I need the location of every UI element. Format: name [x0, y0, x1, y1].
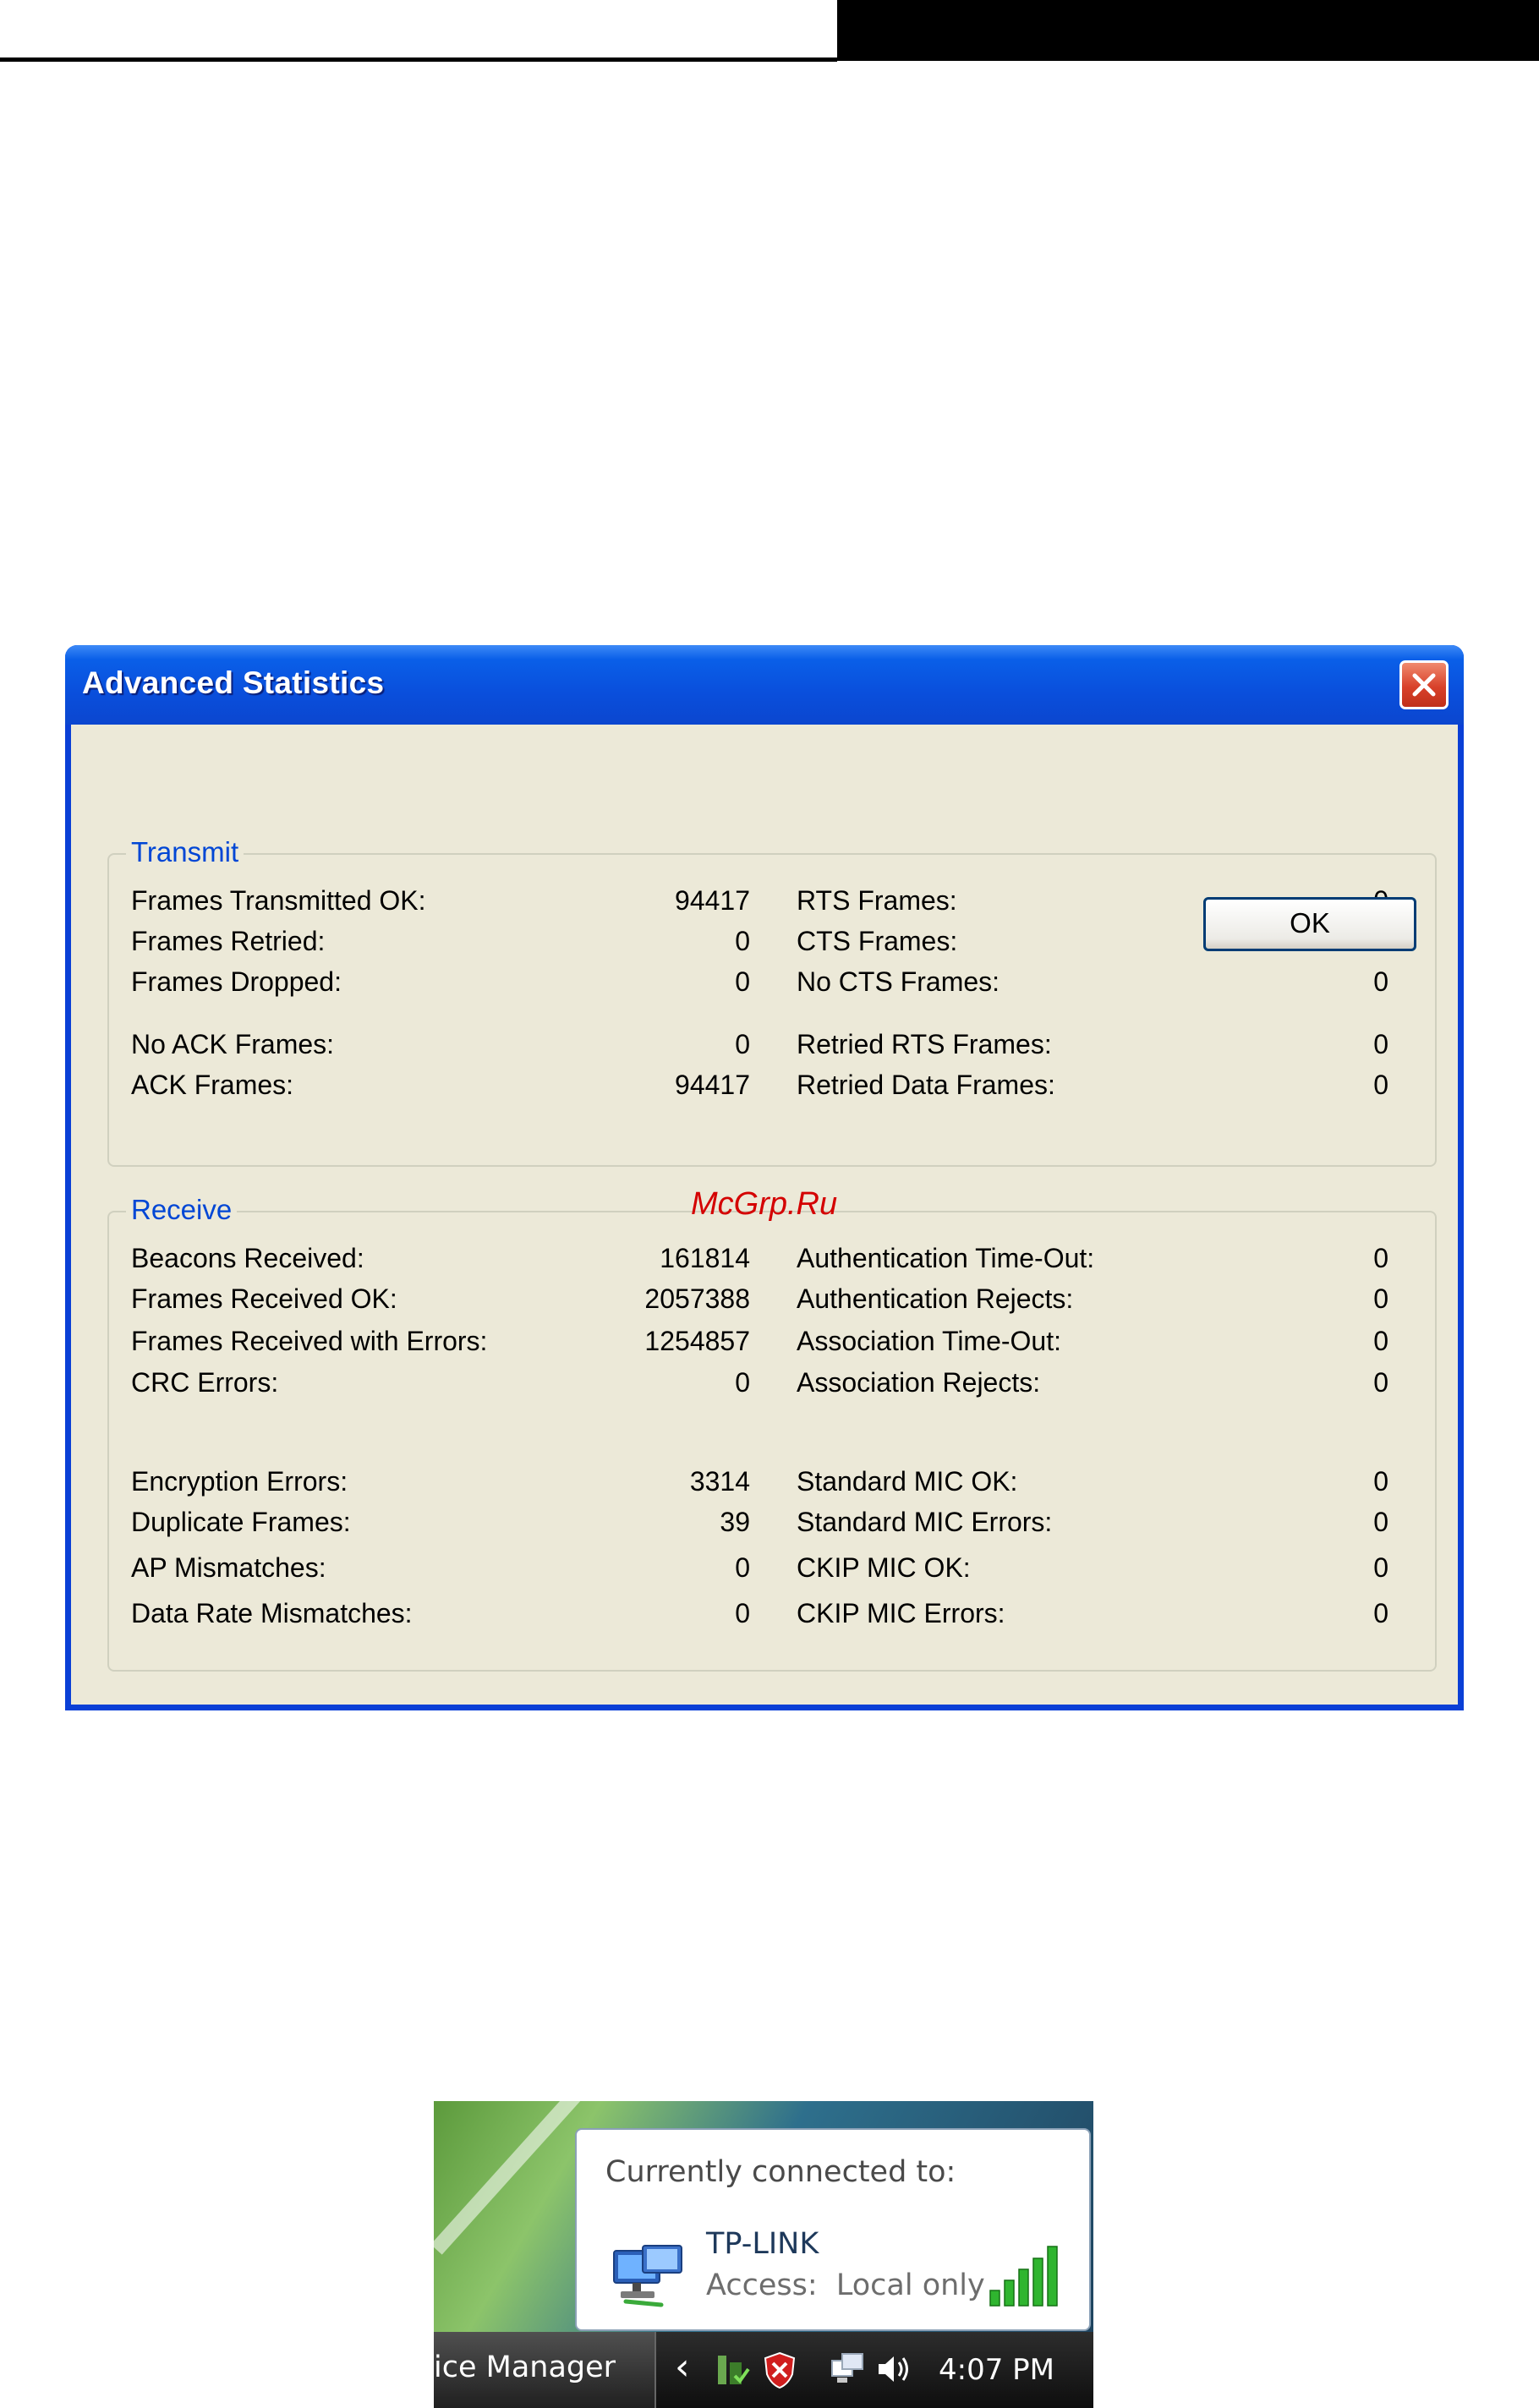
stat-value: 94417: [675, 885, 750, 916]
close-button[interactable]: [1399, 660, 1449, 709]
stat-label: Association Time-Out:: [797, 1326, 1061, 1356]
stat-label: Standard MIC OK:: [797, 1466, 1018, 1497]
stat-value: 0: [735, 966, 750, 997]
signal-strength-icon: [989, 2246, 1058, 2307]
security-alert-icon[interactable]: [760, 2351, 799, 2389]
network-name[interactable]: TP-LINK: [706, 2227, 819, 2261]
stat-label: Authentication Rejects:: [797, 1283, 1074, 1314]
page-header-band: [837, 0, 1539, 61]
stat-label: Beacons Received:: [131, 1243, 364, 1273]
stat-label: Frames Received with Errors:: [131, 1326, 488, 1356]
close-icon: [1412, 673, 1436, 697]
stat-value: 0: [1373, 1029, 1388, 1059]
stat-value: 0: [735, 1367, 750, 1398]
stat-value: 161814: [660, 1243, 750, 1273]
stat-label: CKIP MIC Errors:: [797, 1598, 1005, 1628]
stat-label: Standard MIC Errors:: [797, 1507, 1053, 1537]
advanced-statistics-dialog: Advanced Statistics Transmit Receive Fra…: [65, 645, 1464, 1710]
stat-value: 0: [1373, 1552, 1388, 1583]
stat-value: 0: [1373, 1283, 1388, 1314]
stat-label: CKIP MIC OK:: [797, 1552, 971, 1583]
stat-value: 0: [1373, 1466, 1388, 1497]
stat-label: Encryption Errors:: [131, 1466, 348, 1497]
desktop-wallpaper: [434, 2101, 589, 2255]
stat-value: 0: [735, 1029, 750, 1059]
stat-value: 39: [720, 1507, 750, 1537]
stat-value: 3314: [689, 1466, 750, 1497]
taskbar: ice Manager ‹ 4:07 PM: [434, 2332, 1093, 2408]
stat-value: 94417: [675, 1070, 750, 1100]
stat-label: CRC Errors:: [131, 1367, 279, 1398]
popup-heading: Currently connected to:: [605, 2155, 956, 2189]
stat-value: 0: [1373, 1243, 1388, 1273]
stat-value: 0: [735, 926, 750, 956]
stat-value: 0: [1373, 1507, 1388, 1537]
stat-label: Frames Received OK:: [131, 1283, 397, 1314]
stat-value: 0: [735, 1552, 750, 1583]
page-header-rule: [0, 57, 837, 62]
network-connection-icon[interactable]: [713, 2351, 752, 2389]
dialog-title: Advanced Statistics: [82, 665, 385, 700]
stat-value: 0: [1373, 1326, 1388, 1356]
receive-group-legend: Receive: [126, 1194, 238, 1226]
stat-value: 0: [1373, 1367, 1388, 1398]
stat-value: 0: [1373, 966, 1388, 997]
network-icon[interactable]: [829, 2351, 866, 2388]
stat-label: Frames Dropped:: [131, 966, 342, 997]
transmit-group-legend: Transmit: [126, 836, 244, 868]
stat-value: 0: [735, 1598, 750, 1628]
stat-value: 0: [1373, 1070, 1388, 1100]
access-status: Access: Local only: [706, 2268, 985, 2302]
connection-popup: Currently connected to: TP-LINK Access: …: [575, 2128, 1091, 2331]
clock[interactable]: 4:07 PM: [939, 2353, 1054, 2387]
stat-value: 0: [1373, 1598, 1388, 1628]
stat-label: No ACK Frames:: [131, 1029, 335, 1059]
taskbar-item-device-manager[interactable]: ice Manager: [434, 2332, 656, 2408]
taskbar-screenshot: Currently connected to: TP-LINK Access: …: [434, 2101, 1093, 2408]
taskbar-item-label: ice Manager: [434, 2351, 616, 2384]
stat-label: No CTS Frames:: [797, 966, 1000, 997]
stat-label: Retried RTS Frames:: [797, 1029, 1052, 1059]
stat-label: ACK Frames:: [131, 1070, 294, 1100]
network-icon: [613, 2245, 682, 2307]
stat-label: Frames Transmitted OK:: [131, 885, 426, 916]
stat-label: Association Rejects:: [797, 1367, 1041, 1398]
stat-label: Retried Data Frames:: [797, 1070, 1055, 1100]
stat-label: Duplicate Frames:: [131, 1507, 351, 1537]
stat-value: 1254857: [644, 1326, 750, 1356]
stat-label: RTS Frames:: [797, 885, 957, 916]
volume-icon[interactable]: [874, 2351, 914, 2388]
stat-label: CTS Frames:: [797, 926, 958, 956]
ok-button[interactable]: OK: [1203, 897, 1416, 951]
stat-label: Data Rate Mismatches:: [131, 1598, 413, 1628]
chevron-left-icon[interactable]: ‹: [675, 2345, 690, 2389]
title-bar[interactable]: Advanced Statistics: [65, 645, 1464, 725]
stat-label: Authentication Time-Out:: [797, 1243, 1095, 1273]
stat-label: Frames Retried:: [131, 926, 326, 956]
stat-value: 2057388: [644, 1283, 750, 1314]
watermark: McGrp.Ru: [691, 1186, 838, 1222]
stat-label: AP Mismatches:: [131, 1552, 326, 1583]
